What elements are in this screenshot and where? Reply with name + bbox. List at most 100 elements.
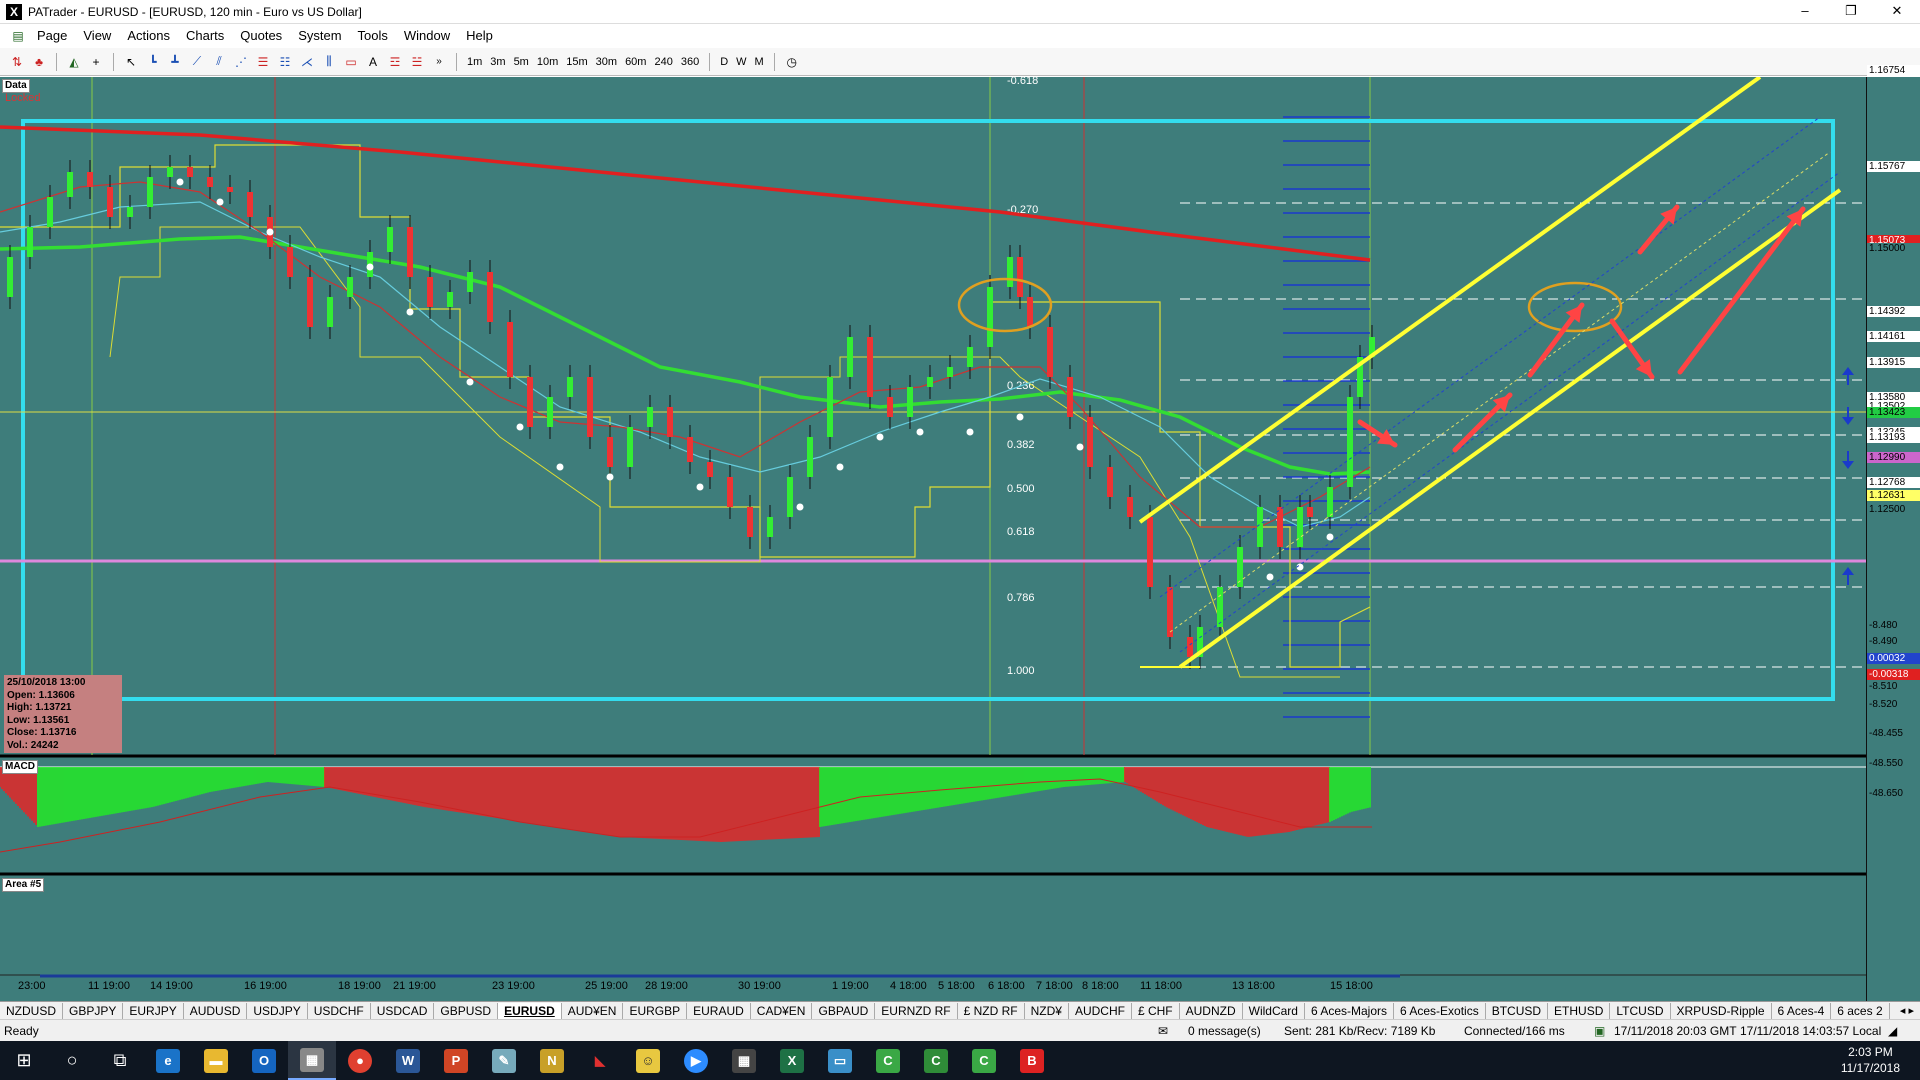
timeframe-30m[interactable]: 30m xyxy=(592,52,621,72)
menu-quotes[interactable]: Quotes xyxy=(232,24,290,48)
timeframe-60m[interactable]: 60m xyxy=(621,52,650,72)
timeframe-5m[interactable]: 5m xyxy=(510,52,533,72)
symbol-tab[interactable]: WildCard xyxy=(1243,1002,1305,1019)
menu-page[interactable]: Page xyxy=(29,24,75,48)
minimize-button[interactable]: – xyxy=(1782,0,1828,22)
buy-sell-icon[interactable]: ⇅ xyxy=(7,52,27,72)
timeframe-3m[interactable]: 3m xyxy=(486,52,509,72)
b-app-icon[interactable]: B xyxy=(1008,1041,1056,1080)
symbol-tab[interactable]: BTCUSD xyxy=(1486,1002,1549,1019)
outlook-icon[interactable]: O xyxy=(240,1041,288,1080)
ninja-icon[interactable]: N xyxy=(528,1041,576,1080)
channel-icon[interactable]: ⫽ xyxy=(209,52,229,72)
file-explorer-icon[interactable]: ▬ xyxy=(192,1041,240,1080)
windows-start-icon[interactable]: ⊞ xyxy=(0,1041,48,1080)
symbol-tab[interactable]: 6 Aces-4 xyxy=(1772,1002,1832,1019)
camtasia-icon-1[interactable]: C xyxy=(864,1041,912,1080)
gann-fan-icon[interactable]: ⋌ xyxy=(297,52,317,72)
timeframe-360[interactable]: 360 xyxy=(677,52,703,72)
menu-view[interactable]: View xyxy=(75,24,119,48)
symbol-tab[interactable]: LTCUSD xyxy=(1610,1002,1671,1019)
symbol-tab[interactable]: NZD¥ xyxy=(1025,1002,1069,1019)
red-app-icon[interactable]: ◣ xyxy=(576,1041,624,1080)
symbol-tab[interactable]: USDCHF xyxy=(308,1002,371,1019)
vertical-line-icon[interactable]: ┗ xyxy=(143,52,163,72)
symbol-tab[interactable]: USDJPY xyxy=(247,1002,308,1019)
period-daily[interactable]: D xyxy=(716,52,732,72)
chart-area[interactable]: -0.618 -0.270 0.236 0.382 0.500 0.618 0.786 1.0… xyxy=(0,65,1920,1005)
menu-window[interactable]: Window xyxy=(396,24,458,48)
symbol-tab[interactable]: £ NZD RF xyxy=(958,1002,1025,1019)
text-icon[interactable]: A xyxy=(363,52,383,72)
menu-actions[interactable]: Actions xyxy=(119,24,178,48)
symbol-tab[interactable]: CAD¥EN xyxy=(751,1002,813,1019)
camtasia-icon-3[interactable]: C xyxy=(960,1041,1008,1080)
powerpoint-icon[interactable]: P xyxy=(432,1041,480,1080)
symbol-tab[interactable]: AUDUSD xyxy=(184,1002,248,1019)
menu-system[interactable]: System xyxy=(290,24,349,48)
chart-type-icon[interactable]: ◭ xyxy=(64,52,84,72)
calculator-icon[interactable]: ▦ xyxy=(720,1041,768,1080)
menu-tools[interactable]: Tools xyxy=(350,24,396,48)
symbol-tab[interactable]: EURGBP xyxy=(623,1002,688,1019)
symbol-tab[interactable]: GBPAUD xyxy=(812,1002,876,1019)
symbol-tab[interactable]: USDCAD xyxy=(371,1002,435,1019)
chart-canvas[interactable]: -0.618-0.2700.2360.3820.5000.6180.7861.0… xyxy=(0,77,1866,1001)
symbol-tab[interactable]: ETHUSD xyxy=(1548,1002,1611,1019)
system-clock[interactable]: 2:03 PM 11/17/2018 xyxy=(1841,1044,1900,1076)
more-tools-icon[interactable]: » xyxy=(429,52,449,72)
period-weekly[interactable]: W xyxy=(732,52,750,72)
timeframe-10m[interactable]: 10m xyxy=(533,52,562,72)
crosshair-icon[interactable]: + xyxy=(86,52,106,72)
menu-charts[interactable]: Charts xyxy=(178,24,232,48)
menu-help[interactable]: Help xyxy=(458,24,501,48)
symbol-tab[interactable]: GBPUSD xyxy=(434,1002,499,1019)
symbol-tab[interactable]: 6 Aces-Majors xyxy=(1305,1002,1394,1019)
zoom-icon[interactable]: ▶ xyxy=(672,1041,720,1080)
trend-line-icon[interactable]: ⟋ xyxy=(187,52,207,72)
excel-icon[interactable]: X xyxy=(768,1041,816,1080)
timeframe-240[interactable]: 240 xyxy=(650,52,676,72)
period-monthly[interactable]: M xyxy=(751,52,768,72)
camtasia-icon-2[interactable]: C xyxy=(912,1041,960,1080)
symbol-tab[interactable]: EURJPY xyxy=(123,1002,184,1019)
symbol-tab[interactable]: AUDNZD xyxy=(1180,1002,1243,1019)
cycle-lines-icon[interactable]: ⫼ xyxy=(319,52,339,72)
fibonacci-fan-icon[interactable]: ⋰ xyxy=(231,52,251,72)
contacts-icon[interactable]: ☺ xyxy=(624,1041,672,1080)
price-scale[interactable]: 1.16754 1.15767 1.15073 1.15000 1.14392 1.141… xyxy=(1866,65,1920,1005)
fibonacci-retracement-icon[interactable]: ☰ xyxy=(253,52,273,72)
task-view-icon[interactable]: ⧉ xyxy=(96,1041,144,1080)
close-button[interactable]: ✕ xyxy=(1874,0,1920,22)
timeframe-15m[interactable]: 15m xyxy=(562,52,591,72)
symbol-tab[interactable]: 6 Aces-Exotics xyxy=(1394,1002,1486,1019)
symbol-tab[interactable]: £ CHF xyxy=(1132,1002,1180,1019)
remote-desktop-icon[interactable]: ▭ xyxy=(816,1041,864,1080)
symbol-tab[interactable]: NZDUSD xyxy=(0,1002,63,1019)
pointer-icon[interactable]: ↖ xyxy=(121,52,141,72)
maximize-button[interactable]: ❐ xyxy=(1828,0,1874,22)
symbol-tab[interactable]: EURAUD xyxy=(687,1002,751,1019)
speed-lines-icon[interactable]: ☱ xyxy=(407,52,427,72)
order-icon[interactable]: ♣ xyxy=(29,52,49,72)
patrader-taskbar-icon[interactable]: ▦ xyxy=(288,1041,336,1080)
word-icon[interactable]: W xyxy=(384,1041,432,1080)
symbol-tab[interactable]: XRPUSD-Ripple xyxy=(1671,1002,1772,1019)
pitchfork-icon[interactable]: ☲ xyxy=(385,52,405,72)
symbol-tab[interactable]: EURNZD RF xyxy=(875,1002,958,1019)
symbol-tab[interactable]: 6 aces 2 xyxy=(1831,1002,1890,1019)
symbol-tab[interactable]: EURUSD xyxy=(498,1002,562,1019)
symbol-tab[interactable]: GBPJPY xyxy=(63,1002,124,1019)
notes-icon[interactable]: ✎ xyxy=(480,1041,528,1080)
fibonacci-extension-icon[interactable]: ☷ xyxy=(275,52,295,72)
resize-grip-icon[interactable]: ◢ xyxy=(1888,1024,1897,1038)
tab-scroll-icon[interactable]: ◂ ▸ xyxy=(1894,1004,1920,1017)
timeframe-1m[interactable]: 1m xyxy=(463,52,486,72)
rectangle-icon[interactable]: ▭ xyxy=(341,52,361,72)
horizontal-line-icon[interactable]: ┻ xyxy=(165,52,185,72)
chrome-icon[interactable]: ● xyxy=(336,1041,384,1080)
symbol-tab[interactable]: AUDCHF xyxy=(1069,1002,1132,1019)
symbol-tab[interactable]: AUD¥EN xyxy=(562,1002,624,1019)
clock-icon[interactable]: ◷ xyxy=(782,52,802,72)
edge-browser-icon[interactable]: e xyxy=(144,1041,192,1080)
